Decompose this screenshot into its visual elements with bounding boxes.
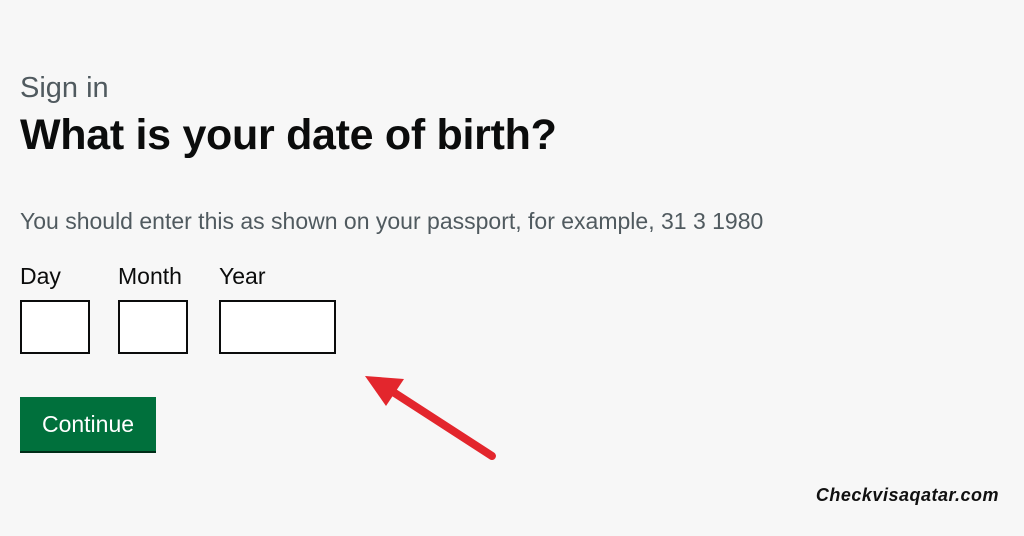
caption-sign-in: Sign in [20, 72, 109, 104]
month-field-group: Month [118, 265, 188, 354]
page-title: What is your date of birth? [20, 111, 557, 159]
day-input[interactable] [20, 300, 90, 354]
day-field-group: Day [20, 265, 90, 354]
hint-text: You should enter this as shown on your p… [20, 208, 764, 234]
day-label: Day [20, 263, 61, 289]
continue-button[interactable]: Continue [20, 397, 156, 451]
year-label: Year [219, 263, 266, 289]
page: Sign in What is your date of birth? You … [0, 0, 1024, 536]
year-field-group: Year [219, 265, 336, 354]
red-arrow-icon [365, 376, 496, 460]
month-label: Month [118, 263, 182, 289]
year-input[interactable] [219, 300, 336, 354]
watermark-text: Checkvisaqatar.com [815, 485, 999, 505]
month-input[interactable] [118, 300, 188, 354]
